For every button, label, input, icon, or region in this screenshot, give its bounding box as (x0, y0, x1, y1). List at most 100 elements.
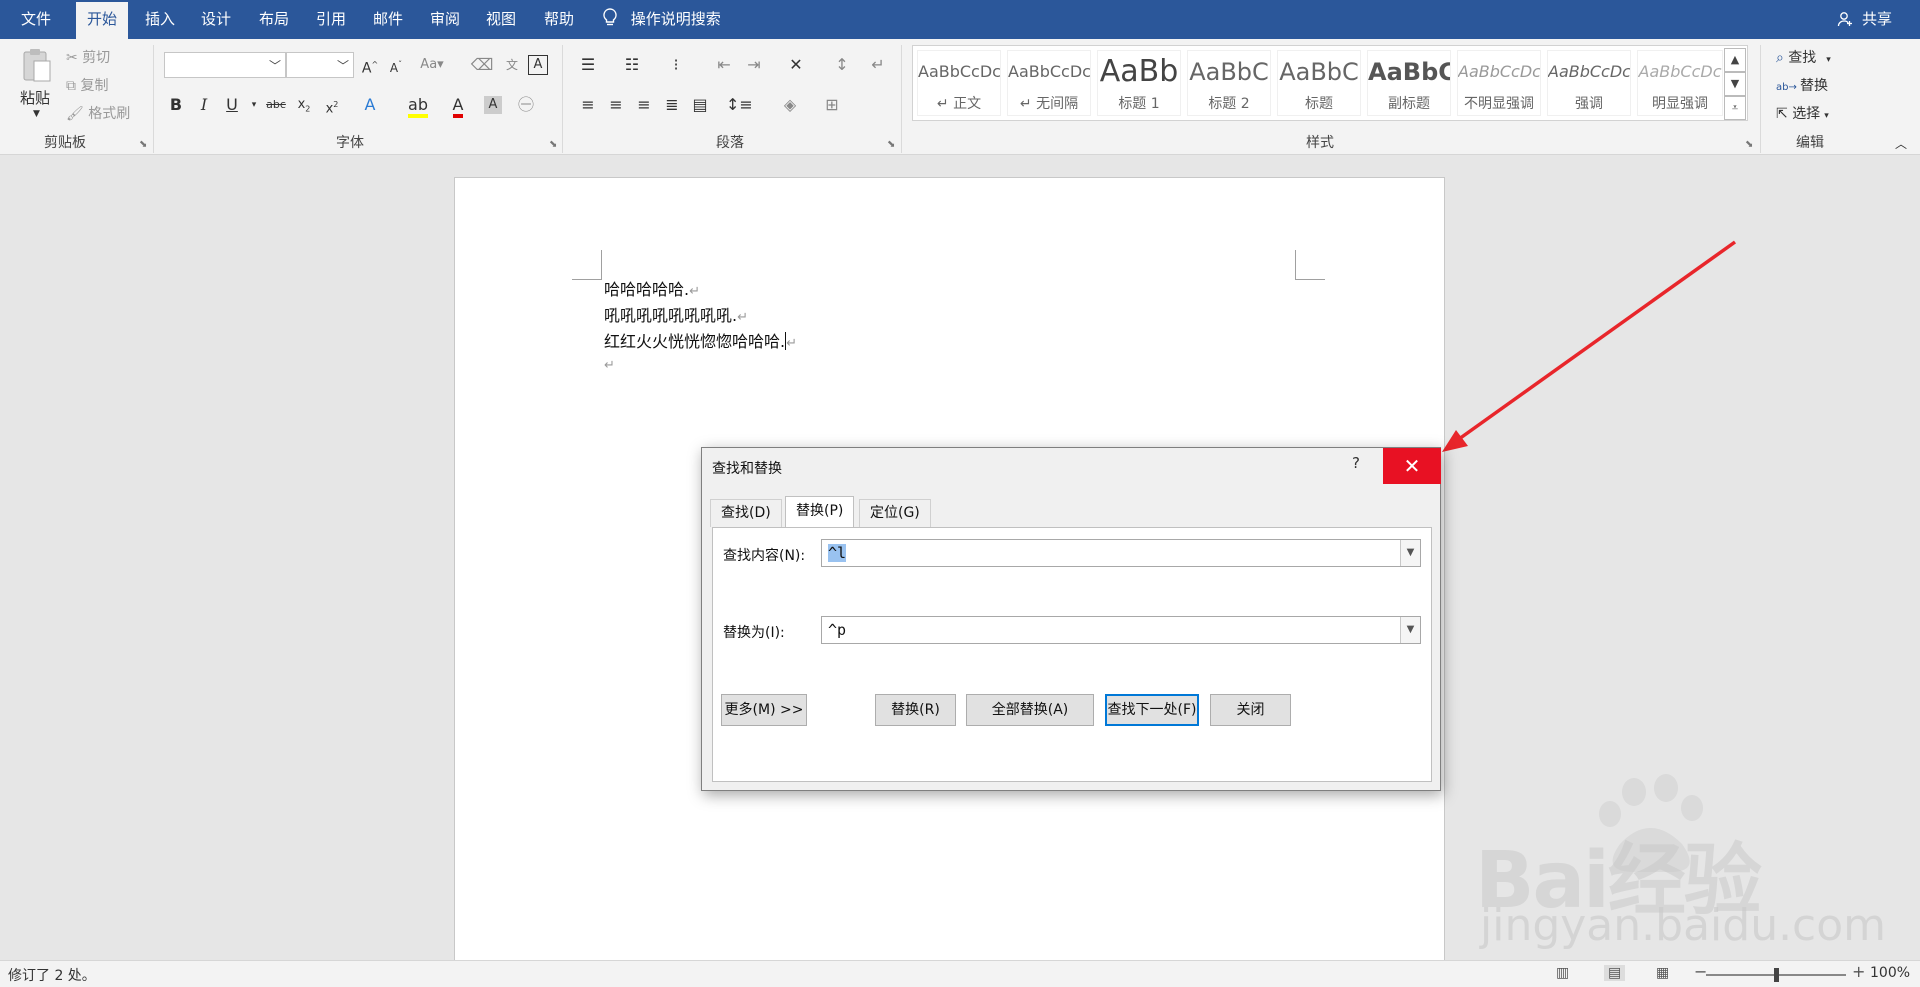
menu-layout[interactable]: 布局 (248, 0, 300, 39)
underline-icon[interactable]: U (220, 93, 244, 117)
web-layout-icon[interactable]: ▦ (1656, 965, 1669, 981)
menu-file[interactable]: 文件 (10, 0, 62, 39)
shrink-font-icon[interactable]: Aˇ (384, 53, 408, 77)
replace-all-button[interactable]: 全部替换(A) (966, 694, 1094, 726)
justify-icon[interactable]: ≣ (660, 93, 684, 117)
print-layout-icon[interactable]: ▤ (1604, 965, 1626, 981)
superscript-icon[interactable]: x2 (320, 93, 344, 117)
document-line-3[interactable]: 红红火火恍恍惚惚哈哈哈.↵ (604, 328, 797, 352)
style-tile-intense-emphasis[interactable]: AaBbCcDc 明显强调 (1637, 50, 1723, 116)
style-tile-subtitle[interactable]: AaBbC 副标题 (1367, 50, 1451, 116)
style-tile-title[interactable]: AaBbC 标题 (1277, 50, 1361, 116)
font-name-combo[interactable]: ﹀ (164, 52, 286, 78)
select-button[interactable]: ⇱ 选择 ▾ (1776, 103, 1829, 123)
zoom-slider-thumb[interactable] (1774, 968, 1779, 982)
document-line-1[interactable]: 哈哈哈哈哈.↵ (604, 276, 700, 300)
numbering-icon[interactable]: ☷ (620, 53, 644, 77)
cut-button[interactable]: ✂ 剪切 (66, 47, 110, 67)
line-spacing-icon[interactable]: ↕≡ (726, 93, 753, 117)
underline-dropdown-icon[interactable]: ▾ (242, 93, 266, 117)
character-shading-icon[interactable]: A (484, 96, 502, 114)
document-line-4[interactable]: ↵ (604, 354, 615, 373)
paste-dropdown-icon[interactable]: ▼ (33, 109, 40, 119)
increase-indent-icon[interactable]: ⇥ (742, 53, 766, 77)
help-icon[interactable]: ? (1352, 454, 1360, 472)
shading-icon[interactable]: ◈ (778, 93, 802, 117)
character-border-icon[interactable]: A (528, 55, 548, 75)
align-center-icon[interactable]: ≡ (604, 93, 628, 117)
chevron-down-icon[interactable]: ▼ (1400, 540, 1420, 566)
strikethrough-icon[interactable]: abc (264, 93, 288, 117)
share-button[interactable]: 共享 (1837, 0, 1892, 39)
decrease-indent-icon[interactable]: ⇤ (712, 53, 736, 77)
text-effects-icon[interactable]: A (358, 93, 382, 117)
close-button[interactable]: 关闭 (1210, 694, 1291, 726)
dialog-close-icon[interactable]: ✕ (1383, 448, 1441, 484)
zoom-out-icon[interactable]: − (1694, 962, 1707, 981)
zoom-in-icon[interactable]: + (1852, 962, 1865, 981)
align-right-icon[interactable]: ≡ (632, 93, 656, 117)
change-case-icon[interactable]: Aa▾ (420, 53, 444, 77)
menu-view[interactable]: 视图 (475, 0, 527, 39)
enclose-characters-icon[interactable]: ㊀ (514, 93, 538, 117)
tab-goto[interactable]: 定位(G) (859, 499, 931, 527)
style-tile-heading-2[interactable]: AaBbC 标题 2 (1187, 50, 1271, 116)
tab-find[interactable]: 查找(D) (710, 499, 782, 527)
sort-icon[interactable]: ↕ (830, 53, 854, 77)
find-next-button[interactable]: 查找下一处(F) (1105, 694, 1199, 726)
gallery-up-icon[interactable]: ▲ (1724, 48, 1746, 72)
document-line-2[interactable]: 吼吼吼吼吼吼吼吼.↵ (604, 302, 748, 326)
zoom-level[interactable]: 100% (1870, 965, 1910, 981)
menu-review[interactable]: 审阅 (419, 0, 471, 39)
bullets-icon[interactable]: ☰ (576, 53, 600, 77)
styles-launcher-icon[interactable]: ⬊ (1745, 139, 1753, 150)
subscript-icon[interactable]: x2 (292, 93, 316, 117)
distributed-icon[interactable]: ▤ (688, 93, 712, 117)
font-launcher-icon[interactable]: ⬊ (549, 139, 557, 150)
read-mode-icon[interactable]: ▥ (1556, 965, 1569, 981)
borders-icon[interactable]: ⊞ (820, 93, 844, 117)
copy-button[interactable]: ⧉ 复制 (66, 75, 108, 95)
font-color-icon[interactable]: A (446, 93, 470, 118)
clear-formatting-icon[interactable]: ⌫ (470, 53, 494, 77)
menu-insert[interactable]: 插入 (134, 0, 186, 39)
bold-icon[interactable]: B (164, 93, 188, 117)
menu-design[interactable]: 设计 (190, 0, 242, 39)
italic-icon[interactable]: I (192, 93, 216, 117)
font-size-combo[interactable]: ﹀ (286, 52, 354, 78)
grow-font-icon[interactable]: A^ (358, 53, 382, 77)
paste-button[interactable] (20, 47, 52, 87)
show-marks-icon[interactable]: ↵ (866, 53, 890, 77)
chinese-layout-icon[interactable]: ✕ (784, 53, 808, 77)
clipboard-launcher-icon[interactable]: ⬊ (139, 139, 147, 150)
format-painter-button[interactable]: 🖌 格式刷 (66, 103, 130, 123)
more-button[interactable]: 更多(M) >> (721, 694, 807, 726)
chevron-down-icon[interactable]: ▼ (1400, 617, 1420, 643)
style-tile-no-spacing[interactable]: AaBbCcDc ↵ 无间隔 (1007, 50, 1091, 116)
tab-replace[interactable]: 替换(P) (785, 496, 855, 527)
find-button[interactable]: ⌕ 查找 ▾ (1776, 47, 1831, 67)
replace-button[interactable]: 替换(R) (875, 694, 956, 726)
gallery-more-icon[interactable]: ⩡ (1724, 96, 1746, 120)
tell-me-search[interactable]: 操作说明搜索 (602, 0, 721, 39)
menu-home[interactable]: 开始 (76, 2, 129, 39)
replace-button[interactable]: ab→ 替换 (1776, 75, 1828, 95)
menu-mailings[interactable]: 邮件 (362, 0, 414, 39)
gallery-down-icon[interactable]: ▼ (1724, 72, 1746, 96)
style-tile-heading-1[interactable]: AaBb 标题 1 (1097, 50, 1181, 116)
phonetic-guide-icon[interactable]: 文 (500, 53, 524, 77)
highlight-icon[interactable]: ab (406, 93, 430, 118)
style-tile-emphasis[interactable]: AaBbCcDc 强调 (1547, 50, 1631, 116)
style-tile-subtle-emphasis[interactable]: AaBbCcDc 不明显强调 (1457, 50, 1541, 116)
menu-references[interactable]: 引用 (305, 0, 357, 39)
replace-with-input[interactable]: ^p ▼ (821, 616, 1421, 644)
style-tile-normal[interactable]: AaBbCcDc ↵ 正文 (917, 50, 1001, 116)
paste-label[interactable]: 粘贴 (20, 87, 50, 108)
find-what-input[interactable]: ^l ▼ (821, 539, 1421, 567)
align-left-icon[interactable]: ≡ (576, 93, 600, 117)
multilevel-list-icon[interactable]: ⁝ (664, 53, 688, 77)
menu-help[interactable]: 帮助 (533, 0, 585, 39)
share-label: 共享 (1861, 10, 1892, 28)
collapse-ribbon-icon[interactable]: ︿ (1895, 135, 1907, 152)
paragraph-launcher-icon[interactable]: ⬊ (887, 139, 895, 150)
